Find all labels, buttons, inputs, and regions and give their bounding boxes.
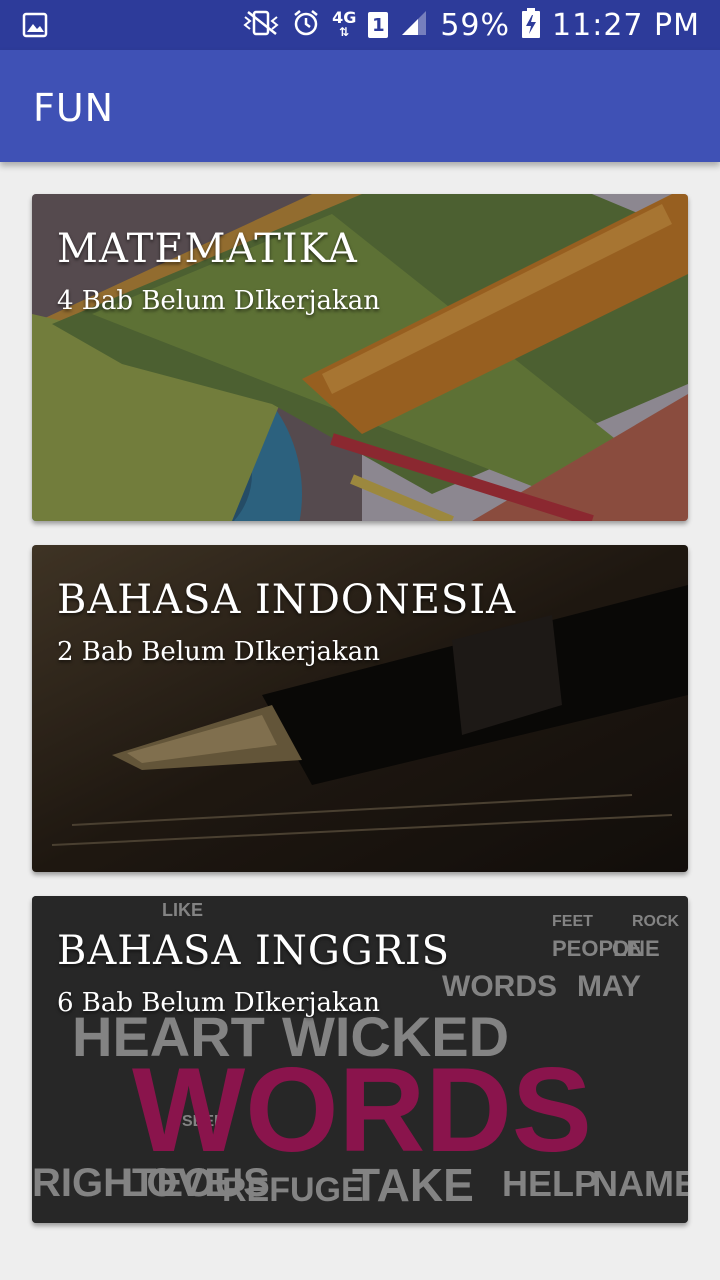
status-bar: 4G ⇅ 1 59% 11:27 PM	[0, 0, 720, 50]
signal-icon	[400, 9, 428, 41]
vibrate-icon	[242, 9, 280, 41]
app-title: FUN	[33, 86, 115, 130]
image-icon	[22, 12, 48, 38]
card-title: BAHASA INGGRIS	[57, 928, 451, 974]
network-4g-icon: 4G ⇅	[332, 8, 357, 40]
subject-card-bahasa-inggris[interactable]: HEART WICKED WORDS TAKE HELP NAME MAY RE…	[32, 896, 688, 1223]
status-icons: 4G ⇅ 1 59% 11:27 PM	[242, 0, 700, 50]
subject-card-bahasa-indonesia[interactable]: BAHASA INDONESIA 2 Bab Belum DIkerjakan	[32, 545, 688, 872]
alarm-icon	[292, 9, 320, 41]
sim-1-icon: 1	[368, 12, 389, 38]
card-subtitle: 4 Bab Belum DIkerjakan	[57, 286, 381, 316]
subject-card-matematika[interactable]: MATEMATIKA 4 Bab Belum DIkerjakan	[32, 194, 688, 521]
card-subtitle: 2 Bab Belum DIkerjakan	[57, 637, 381, 667]
card-title: MATEMATIKA	[57, 226, 358, 272]
card-subtitle: 6 Bab Belum DIkerjakan	[57, 988, 381, 1018]
battery-percent: 59%	[440, 7, 511, 43]
card-title: BAHASA INDONESIA	[57, 577, 517, 623]
battery-charging-icon	[522, 8, 541, 42]
app-bar: FUN	[0, 50, 720, 162]
clock: 11:27 PM	[552, 7, 700, 43]
